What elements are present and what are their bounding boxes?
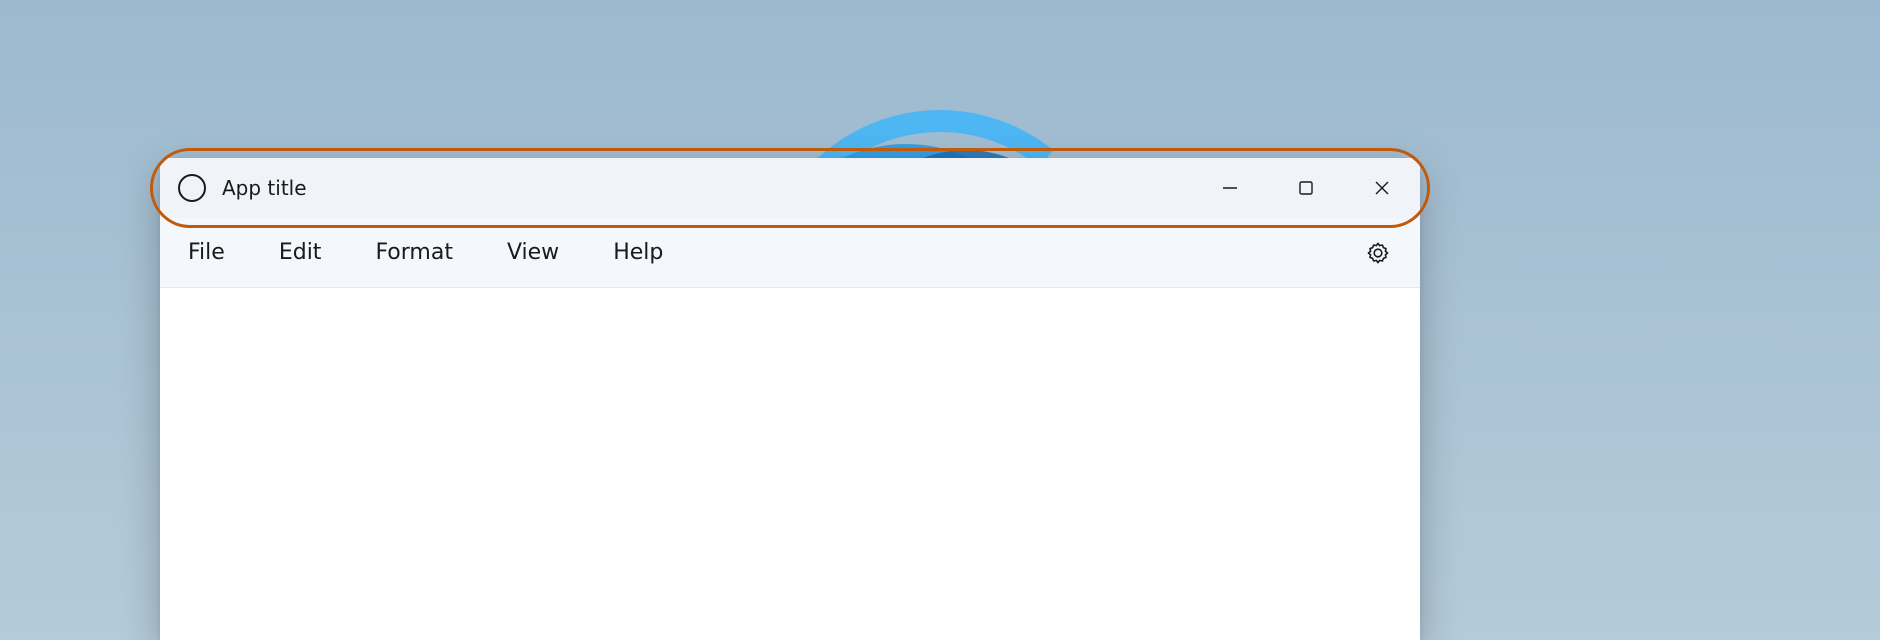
app-title: App title	[222, 176, 307, 200]
gear-icon	[1366, 241, 1390, 265]
menu-view[interactable]: View	[507, 240, 559, 265]
app-icon	[178, 174, 206, 202]
settings-button[interactable]	[1364, 239, 1392, 267]
menu-format[interactable]: Format	[375, 240, 453, 265]
close-icon	[1374, 180, 1390, 196]
menu-help[interactable]: Help	[613, 240, 663, 265]
maximize-icon	[1298, 180, 1314, 196]
menu-edit[interactable]: Edit	[279, 240, 322, 265]
menu-bar: File Edit Format View Help	[160, 218, 1420, 288]
close-button[interactable]	[1344, 158, 1420, 218]
maximize-button[interactable]	[1268, 158, 1344, 218]
menu-file[interactable]: File	[188, 240, 225, 265]
app-window: App title File Edit Format	[160, 158, 1420, 640]
title-bar[interactable]: App title	[160, 158, 1420, 218]
content-area	[160, 288, 1420, 640]
caption-controls	[1192, 158, 1420, 218]
minimize-icon	[1222, 180, 1238, 196]
minimize-button[interactable]	[1192, 158, 1268, 218]
